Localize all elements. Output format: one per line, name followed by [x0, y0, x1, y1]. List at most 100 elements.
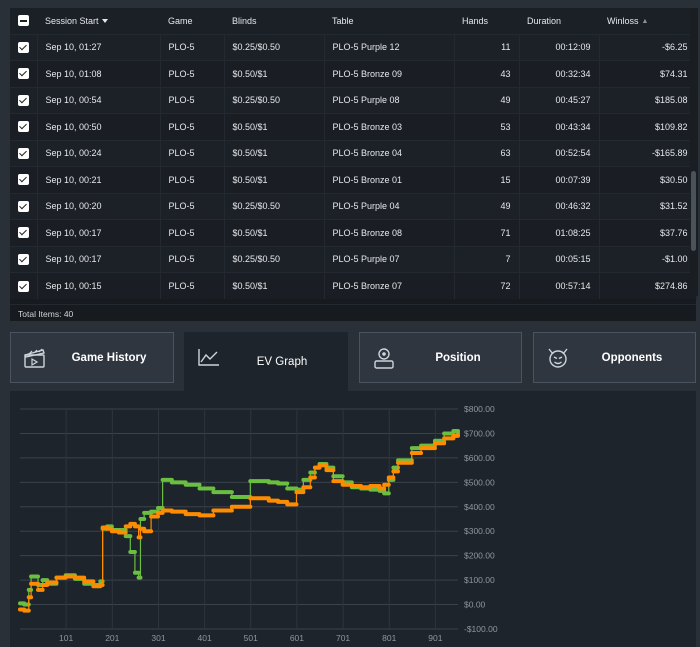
table-row[interactable]: Sep 10, 01:27 PLO-5 $0.25/$0.50 PLO-5 Purpl…: [10, 34, 697, 61]
cell-winloss: $185.08: [599, 87, 697, 114]
cell-session-start: Sep 10, 00:20: [37, 193, 161, 220]
column-blinds[interactable]: Blinds: [224, 8, 324, 34]
cell-session-start: Sep 10, 00:15: [37, 272, 161, 299]
cell-game: PLO-5: [160, 246, 225, 273]
column-session-start[interactable]: Session Start: [37, 8, 160, 34]
row-checkbox[interactable]: [10, 87, 38, 114]
table-row[interactable]: Sep 10, 00:15 PLO-5 $0.50/$1 PLO-5 Bronze 0…: [10, 272, 697, 299]
clapperboard-icon: [23, 348, 45, 368]
sort-desc-icon: [101, 19, 108, 24]
cell-session-start: Sep 10, 00:17: [37, 246, 161, 273]
tab-label: Game History: [71, 351, 147, 364]
column-game[interactable]: Game: [160, 8, 224, 34]
ev-graph-chart[interactable]: $800.00 $700.00 $600.00 $500.00 $400.00 $300.…: [10, 391, 696, 647]
checkbox-checked-icon[interactable]: [17, 253, 29, 265]
cell-blinds: $0.25/$0.50: [224, 34, 325, 61]
cell-blinds: $0.50/$1: [224, 60, 325, 87]
table-row[interactable]: Sep 10, 01:08 PLO-5 $0.50/$1 PLO-5 Bronze 0…: [10, 60, 697, 87]
checkbox-checked-icon[interactable]: [17, 94, 29, 106]
checkbox-checked-icon[interactable]: [17, 174, 29, 186]
row-checkbox[interactable]: [10, 219, 38, 246]
cell-blinds: $0.25/$0.50: [224, 87, 325, 114]
row-checkbox[interactable]: [10, 166, 38, 193]
y-tick-label: $100.00: [464, 575, 495, 585]
tab-position[interactable]: Position: [359, 332, 522, 383]
checkbox-checked-icon[interactable]: [17, 41, 29, 53]
checkbox-checked-icon[interactable]: [17, 68, 29, 80]
cell-hands: 63: [454, 140, 520, 167]
tab-ev-graph[interactable]: EV Graph: [184, 332, 348, 392]
table-row[interactable]: Sep 10, 00:17 PLO-5 $0.50/$1 PLO-5 Bronze 0…: [10, 219, 697, 246]
checkbox-checked-icon[interactable]: [17, 227, 29, 239]
x-tick-label: 901: [428, 633, 442, 643]
cell-session-start: Sep 10, 01:08: [37, 60, 161, 87]
cell-session-start: Sep 10, 01:27: [37, 34, 161, 61]
cell-duration: 00:57:14: [519, 272, 600, 299]
select-all-checkbox[interactable]: [10, 8, 37, 34]
cell-duration: 00:05:15: [519, 246, 600, 273]
row-checkbox[interactable]: [10, 193, 38, 220]
y-tick-label: $600.00: [464, 453, 495, 463]
checkbox-checked-icon[interactable]: [17, 147, 29, 159]
tab-label: Opponents: [601, 351, 663, 364]
column-table[interactable]: Table: [324, 8, 454, 34]
cell-duration: 01:08:25: [519, 219, 600, 246]
table-header-row: Session Start Game Blinds Table Hands Du…: [10, 8, 696, 34]
cell-table: PLO-5 Bronze 08: [324, 219, 455, 246]
sessions-table-container: Session Start Game Blinds Table Hands Du…: [10, 8, 697, 321]
column-duration[interactable]: Duration: [519, 8, 599, 34]
cell-winloss: $30.50: [599, 166, 697, 193]
cell-session-start: Sep 10, 00:54: [37, 87, 161, 114]
cell-hands: 71: [454, 219, 520, 246]
cell-table: PLO-5 Purple 04: [324, 193, 455, 220]
tab-opponents[interactable]: Opponents: [533, 332, 696, 383]
cell-hands: 49: [454, 193, 520, 220]
tab-game-history[interactable]: Game History: [10, 332, 174, 383]
cell-session-start: Sep 10, 00:17: [37, 219, 161, 246]
row-checkbox[interactable]: [10, 272, 38, 299]
cell-game: PLO-5: [160, 34, 225, 61]
cell-game: PLO-5: [160, 113, 225, 140]
cell-table: PLO-5 Bronze 09: [324, 60, 455, 87]
cell-hands: 53: [454, 113, 520, 140]
x-tick-label: 501: [244, 633, 258, 643]
view-tabs: Game History EV Graph Position Opponents: [10, 332, 696, 392]
y-tick-label: -$100.00: [464, 624, 498, 634]
table-row[interactable]: Sep 10, 00:24 PLO-5 $0.50/$1 PLO-5 Bronze 0…: [10, 140, 697, 167]
checkbox-checked-icon[interactable]: [17, 280, 29, 292]
cell-table: PLO-5 Bronze 07: [324, 272, 455, 299]
column-hands[interactable]: Hands: [454, 8, 519, 34]
table-row[interactable]: Sep 10, 00:21 PLO-5 $0.50/$1 PLO-5 Bronze 0…: [10, 166, 697, 193]
cell-duration: 00:45:27: [519, 87, 600, 114]
cell-blinds: $0.50/$1: [224, 272, 325, 299]
row-checkbox[interactable]: [10, 60, 38, 87]
cell-table: PLO-5 Purple 12: [324, 34, 455, 61]
cell-hands: 49: [454, 87, 520, 114]
checkbox-checked-icon[interactable]: [17, 121, 29, 133]
cell-blinds: $0.50/$1: [224, 219, 325, 246]
row-checkbox[interactable]: [10, 34, 38, 61]
cell-session-start: Sep 10, 00:50: [37, 113, 161, 140]
x-tick-label: 701: [336, 633, 350, 643]
row-checkbox[interactable]: [10, 140, 38, 167]
table-row[interactable]: Sep 10, 00:17 PLO-5 $0.25/$0.50 PLO-5 Purpl…: [10, 246, 697, 273]
scrollbar-thumb[interactable]: [691, 171, 696, 251]
cell-table: PLO-5 Bronze 03: [324, 113, 455, 140]
position-icon: [374, 348, 394, 369]
cell-blinds: $0.50/$1: [224, 113, 325, 140]
y-tick-label: $300.00: [464, 526, 495, 536]
table-row[interactable]: Sep 10, 00:20 PLO-5 $0.25/$0.50 PLO-5 Purpl…: [10, 193, 697, 220]
cell-duration: 00:52:54: [519, 140, 600, 167]
table-scrollbar[interactable]: [690, 8, 698, 296]
row-checkbox[interactable]: [10, 113, 38, 140]
column-winloss[interactable]: Winloss ▲︎: [599, 8, 696, 34]
checkbox-checked-icon[interactable]: [17, 200, 29, 212]
cell-duration: 00:43:34: [519, 113, 600, 140]
row-checkbox[interactable]: [10, 246, 38, 273]
cell-table: PLO-5 Bronze 04: [324, 140, 455, 167]
cell-winloss: $74.31: [599, 60, 697, 87]
table-row[interactable]: Sep 10, 00:54 PLO-5 $0.25/$0.50 PLO-5 Purpl…: [10, 87, 697, 114]
cell-winloss: $37.76: [599, 219, 697, 246]
table-row[interactable]: Sep 10, 00:50 PLO-5 $0.50/$1 PLO-5 Bronze 0…: [10, 113, 697, 140]
cell-game: PLO-5: [160, 166, 225, 193]
